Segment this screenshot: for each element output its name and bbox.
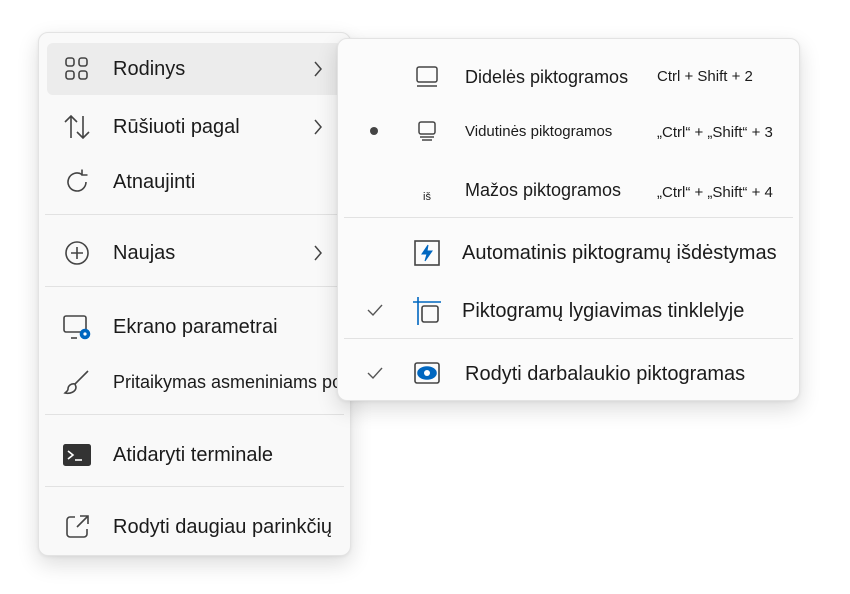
submenu-item-small-icons[interactable]: iš Mažos piktogramos „Ctrl“ + „Shift“ + … — [344, 164, 793, 216]
chevron-right-icon — [308, 117, 328, 137]
checkmark-icon — [366, 303, 384, 317]
selected-bullet-icon — [370, 127, 378, 135]
menu-item-view[interactable]: Rodinys — [47, 43, 342, 95]
brush-icon — [62, 367, 92, 397]
align-grid-icon — [412, 296, 442, 326]
add-circle-icon — [62, 238, 92, 268]
refresh-icon — [62, 167, 92, 197]
keyboard-shortcut: Ctrl + Shift + 2 — [657, 68, 753, 85]
submenu-item-label: Didelės piktogramos — [465, 66, 629, 87]
submenu-item-medium-icons[interactable]: Vidutinės piktogramos „Ctrl“ + „Shift“ +… — [344, 105, 793, 157]
desktop-context-menu: Rodinys Rūšiuoti pagal Atnaujinti Naujas… — [38, 32, 409, 556]
terminal-icon — [62, 440, 92, 470]
submenu-item-large-icons[interactable]: Didelės piktogramos Ctrl + Shift + 2 — [344, 51, 793, 103]
separator — [45, 486, 344, 487]
menu-item-refresh[interactable]: Atnaujinti — [47, 156, 342, 208]
separator — [344, 338, 793, 339]
submenu-item-label: Rodyti darbalaukio piktogramas — [465, 362, 746, 385]
small-icons-icon: iš — [423, 191, 431, 203]
separator — [45, 214, 344, 215]
menu-item-label: Atnaujinti — [113, 170, 196, 193]
chevron-right-icon — [308, 59, 328, 79]
keyboard-shortcut: „Ctrl“ + „Shift“ + 3 — [657, 124, 773, 141]
menu-item-label: Atidaryti terminale — [113, 443, 274, 466]
submenu-item-label: Piktogramų lygiavimas tinklelyje — [462, 299, 745, 322]
view-submenu: Didelės piktogramos Ctrl + Shift + 2 Vid… — [337, 38, 800, 401]
chevron-right-icon — [308, 243, 328, 263]
menu-item-open-terminal[interactable]: Atidaryti terminale — [47, 429, 342, 481]
share-external-icon — [62, 512, 92, 542]
submenu-item-show-desktop-icons[interactable]: Rodyti darbalaukio piktogramas — [344, 348, 793, 400]
menu-item-label: Rodinys — [113, 57, 186, 80]
grid-icon — [62, 54, 92, 84]
separator — [45, 414, 344, 415]
submenu-item-label: Mažos piktogramos — [465, 179, 622, 200]
separator — [45, 286, 344, 287]
menu-item-label: Naujas — [113, 241, 176, 264]
submenu-item-label: Automatinis piktogramų išdėstymas — [462, 241, 777, 264]
submenu-item-auto-arrange[interactable]: Automatinis piktogramų išdėstymas — [344, 227, 793, 279]
separator — [344, 217, 793, 218]
checkmark-icon — [366, 366, 384, 380]
menu-item-label: Ekrano parametrai — [113, 315, 278, 338]
large-icons-icon — [412, 62, 442, 92]
medium-icons-icon — [412, 116, 442, 146]
keyboard-shortcut: „Ctrl“ + „Shift“ + 4 — [657, 184, 773, 201]
display-settings-icon — [62, 312, 92, 342]
menu-item-personalize[interactable]: Pritaikymas asmeniniams poreikiams — [47, 356, 409, 408]
menu-item-show-more-options[interactable]: Rodyti daugiau parinkčių — [47, 501, 342, 553]
auto-arrange-icon — [412, 238, 442, 268]
menu-item-sort-by[interactable]: Rūšiuoti pagal — [47, 101, 342, 153]
menu-item-label: Rūšiuoti pagal — [113, 115, 240, 138]
submenu-item-align-to-grid[interactable]: Piktogramų lygiavimas tinklelyje — [344, 285, 793, 337]
menu-item-display-settings[interactable]: Ekrano parametrai — [47, 301, 342, 353]
sort-arrows-icon — [62, 112, 92, 142]
menu-item-new[interactable]: Naujas — [47, 227, 342, 279]
show-desktop-icons-icon — [412, 359, 442, 389]
submenu-item-label: Vidutinės piktogramos — [465, 122, 613, 140]
menu-item-label: Rodyti daugiau parinkčių — [113, 515, 333, 538]
